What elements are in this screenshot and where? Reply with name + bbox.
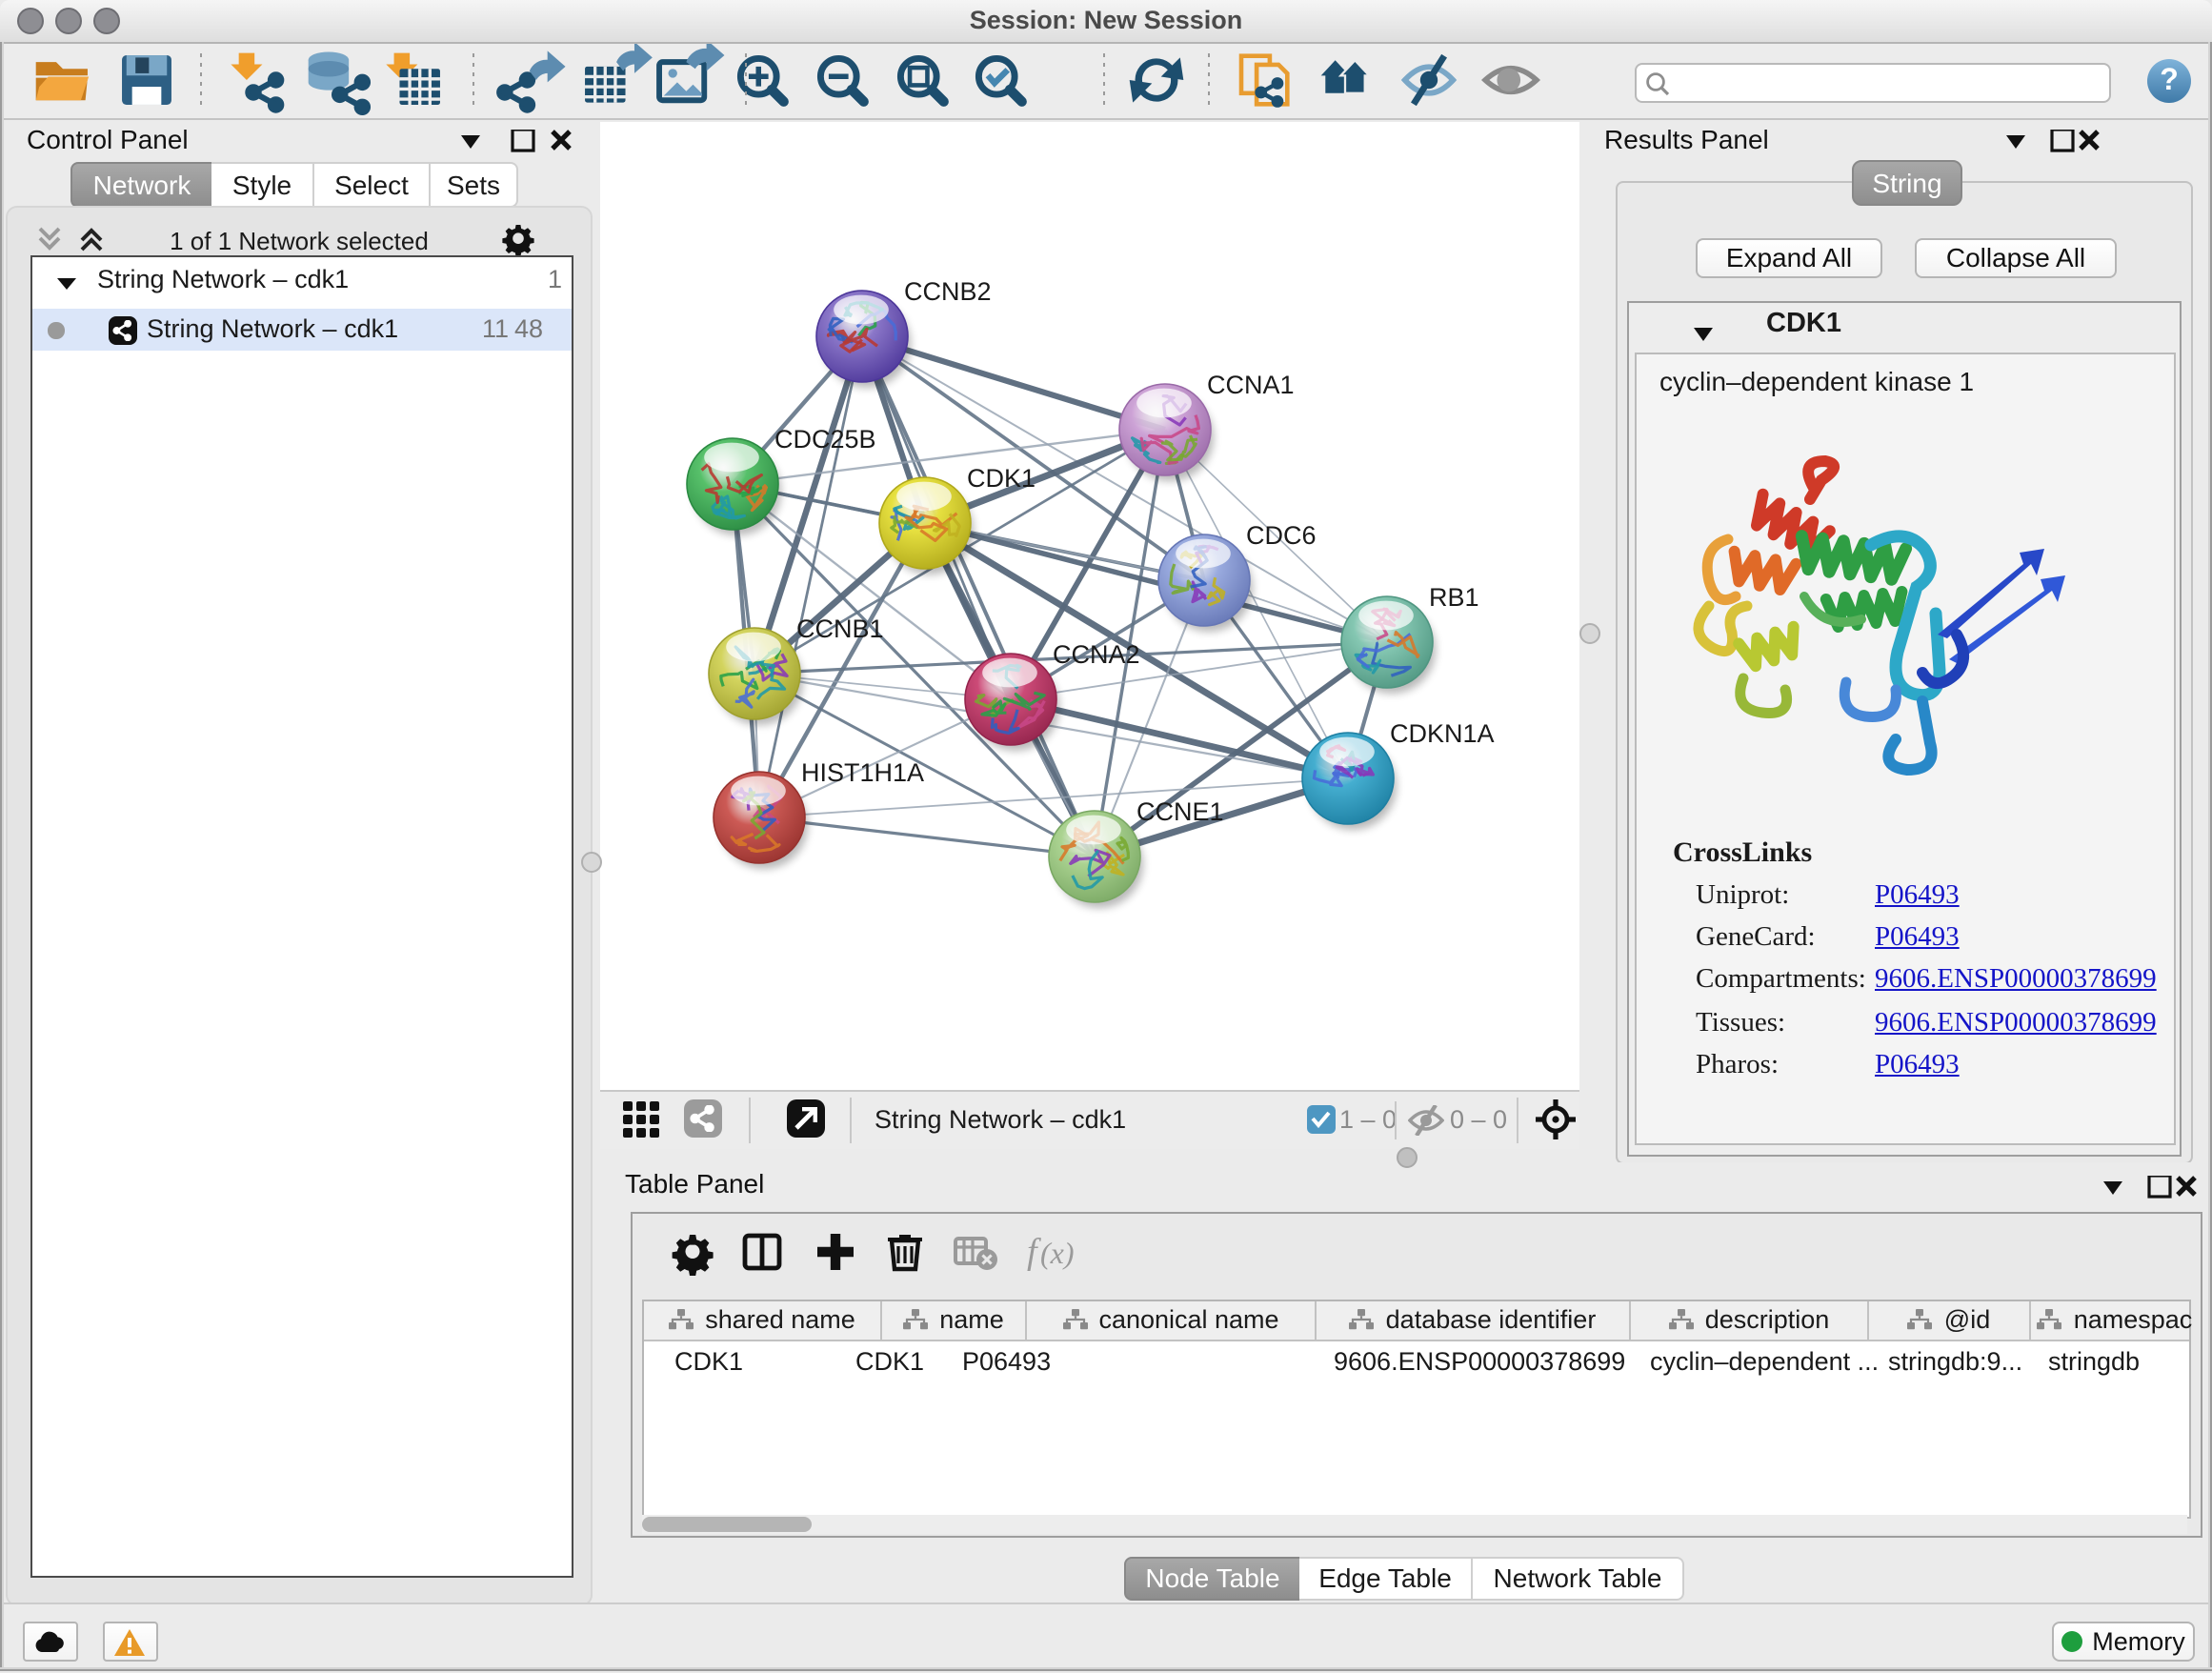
svg-text:CDC6: CDC6 <box>1246 521 1317 550</box>
svg-text:(x): (x) <box>1040 1236 1075 1270</box>
svg-text:CDK1: CDK1 <box>967 464 1036 493</box>
svg-text:CCNE1: CCNE1 <box>1136 797 1224 826</box>
svg-text:CCNA2: CCNA2 <box>1053 640 1140 669</box>
svg-text:RB1: RB1 <box>1429 583 1479 612</box>
svg-text:CDC25B: CDC25B <box>774 425 876 454</box>
svg-text:HIST1H1A: HIST1H1A <box>801 758 924 787</box>
svg-text:f: f <box>1027 1232 1041 1272</box>
svg-text:CDKN1A: CDKN1A <box>1390 719 1495 748</box>
svg-text:CCNA1: CCNA1 <box>1207 371 1295 399</box>
svg-text:CCNB1: CCNB1 <box>796 615 884 643</box>
svg-text:CCNB2: CCNB2 <box>904 277 992 306</box>
